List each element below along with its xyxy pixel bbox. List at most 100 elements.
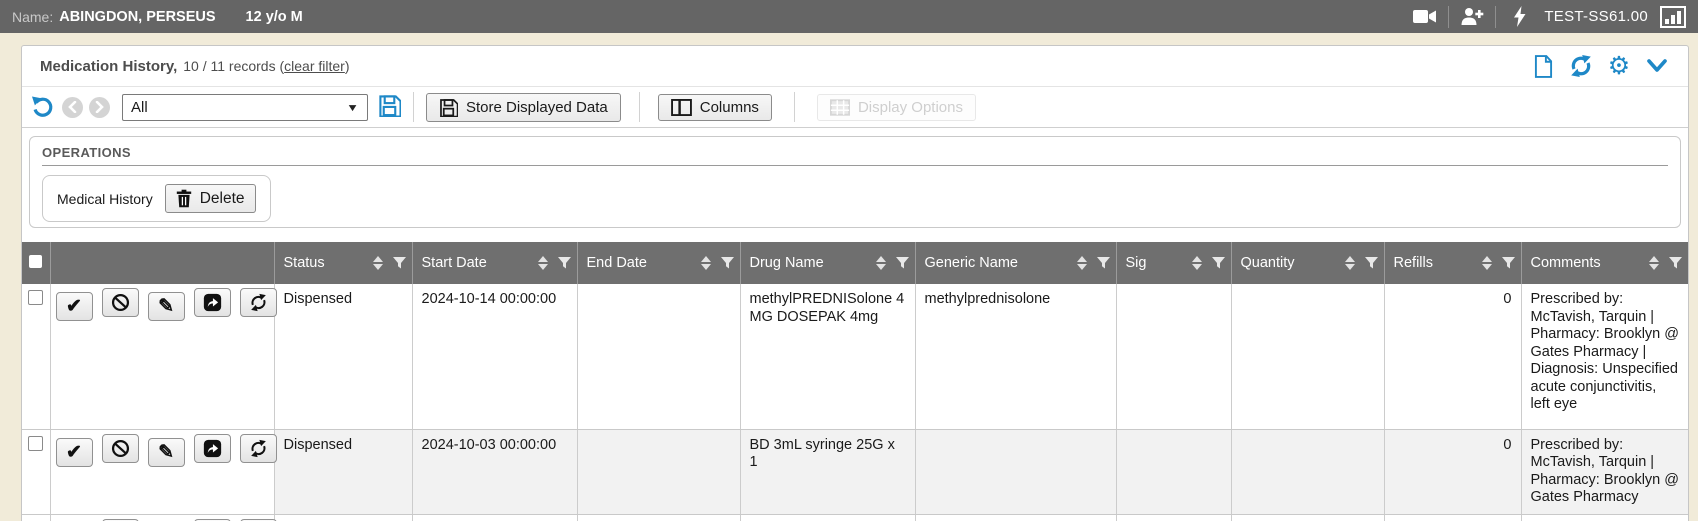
columns-button[interactable]: Columns — [658, 94, 772, 121]
cell-comments: Prescribed by: McTavish, Tarquin | Pharm… — [1521, 429, 1688, 514]
filter-funnel-icon[interactable] — [1097, 257, 1110, 269]
cell-status: Dispensed — [274, 429, 412, 514]
column-header-drug-name[interactable]: Drug Name — [740, 242, 915, 284]
sort-icon[interactable] — [1649, 256, 1659, 270]
chevron-down-icon[interactable] — [1644, 53, 1670, 79]
sync-icon — [249, 439, 268, 458]
select-chevron-icon: ▼ — [346, 101, 359, 113]
column-header-end-date[interactable]: End Date — [577, 242, 740, 284]
filter-funnel-icon[interactable] — [558, 257, 571, 269]
column-header-status[interactable]: Status — [274, 242, 412, 284]
operations-group-label: Medical History — [57, 191, 153, 207]
sort-icon[interactable] — [1192, 256, 1202, 270]
medical-history-operations-group: Medical History Delete — [42, 175, 271, 222]
trash-icon — [176, 189, 192, 208]
delete-button[interactable]: Delete — [165, 184, 256, 213]
sync-icon — [249, 293, 268, 312]
column-header-comments[interactable]: Comments — [1521, 242, 1688, 284]
filter-funnel-icon[interactable] — [1669, 257, 1682, 269]
cell-start-date: 2024-10-14 00:00:00 — [412, 284, 577, 429]
filter-select[interactable]: All ▼ — [122, 94, 368, 121]
lightning-icon[interactable] — [1504, 5, 1534, 29]
cell-quantity — [1231, 429, 1384, 514]
filter-select-value: All — [131, 99, 346, 116]
video-camera-icon[interactable] — [1410, 5, 1440, 29]
forward-icon — [203, 293, 222, 312]
legend-underline — [42, 165, 1668, 166]
cell-end-date — [577, 284, 740, 429]
cell-sig — [1116, 514, 1231, 521]
cell-drug-name — [740, 514, 915, 521]
cell-end-date — [577, 429, 740, 514]
save-filter-icon[interactable] — [378, 94, 401, 120]
medication-history-table: Status Start Date End Date Drug Name — [22, 242, 1688, 521]
clear-filter-link[interactable]: clear filter — [284, 58, 345, 74]
filter-funnel-icon[interactable] — [1365, 257, 1378, 269]
pencil-icon: ✎ — [158, 443, 174, 462]
prohibit-button[interactable] — [102, 288, 139, 317]
store-displayed-data-label: Store Displayed Data — [466, 99, 608, 116]
check-button[interactable]: ✔ — [56, 292, 93, 321]
check-button[interactable]: ✔ — [56, 438, 93, 467]
forward-button[interactable] — [194, 434, 231, 463]
sync-button[interactable] — [240, 434, 277, 463]
filter-funnel-icon[interactable] — [721, 257, 734, 269]
filter-funnel-icon[interactable] — [393, 257, 406, 269]
undo-icon[interactable] — [30, 94, 56, 120]
panel-title-row: Medication History, 10 / 11 records ( cl… — [22, 46, 1688, 87]
forward-button[interactable] — [194, 288, 231, 317]
table-header-row: Status Start Date End Date Drug Name — [22, 242, 1688, 284]
column-header-actions — [50, 242, 274, 284]
column-header-start-date[interactable]: Start Date — [412, 242, 577, 284]
divider — [1448, 6, 1449, 28]
cell-comments: Prescribed by: McTavish, Tarquin | Pharm… — [1521, 284, 1688, 429]
bar-chart-icon[interactable] — [1660, 6, 1686, 28]
edit-button[interactable]: ✎ — [148, 292, 185, 321]
edit-button[interactable]: ✎ — [148, 438, 185, 467]
forward-icon — [203, 439, 222, 458]
name-label: Name: — [12, 9, 53, 25]
cell-refills — [1384, 514, 1521, 521]
columns-icon — [671, 99, 692, 116]
store-displayed-data-button[interactable]: Store Displayed Data — [426, 93, 621, 122]
sort-icon[interactable] — [538, 256, 548, 270]
gear-icon[interactable]: ⚙ — [1606, 53, 1632, 79]
row-checkbox[interactable] — [28, 290, 43, 305]
filter-funnel-icon[interactable] — [1502, 257, 1515, 269]
cell-start-date — [412, 514, 577, 521]
cell-refills: 0 — [1384, 284, 1521, 429]
check-icon: ✔ — [66, 443, 82, 462]
person-add-icon[interactable] — [1457, 5, 1487, 29]
cell-quantity — [1231, 514, 1384, 521]
cell-status — [274, 514, 412, 521]
sort-icon[interactable] — [876, 256, 886, 270]
cell-sig — [1116, 284, 1231, 429]
sync-button[interactable] — [240, 288, 277, 317]
cell-sig — [1116, 429, 1231, 514]
prohibit-icon — [111, 293, 130, 312]
row-checkbox[interactable] — [28, 436, 43, 451]
sort-icon[interactable] — [701, 256, 711, 270]
sort-icon[interactable] — [1345, 256, 1355, 270]
divider — [794, 92, 795, 122]
filter-funnel-icon[interactable] — [1212, 257, 1225, 269]
table-row: ✔ ✎ Dispensed 2024-10-14 00:00:00 methyl… — [22, 284, 1688, 429]
select-all-checkbox[interactable] — [29, 255, 42, 268]
divider — [639, 92, 640, 122]
sort-icon[interactable] — [1482, 256, 1492, 270]
prohibit-button[interactable] — [102, 434, 139, 463]
delete-button-label: Delete — [200, 190, 245, 208]
column-header-generic-name[interactable]: Generic Name — [915, 242, 1116, 284]
sort-icon[interactable] — [373, 256, 383, 270]
sort-icon[interactable] — [1077, 256, 1087, 270]
page-title: Medication History, — [40, 58, 177, 75]
cell-end-date — [577, 514, 740, 521]
column-header-quantity[interactable]: Quantity — [1231, 242, 1384, 284]
new-document-icon[interactable] — [1530, 53, 1556, 79]
previous-page-icon[interactable] — [62, 97, 83, 118]
column-header-sig[interactable]: Sig — [1116, 242, 1231, 284]
refresh-icon[interactable] — [1568, 53, 1594, 79]
next-page-icon[interactable] — [89, 97, 110, 118]
column-header-refills[interactable]: Refills — [1384, 242, 1521, 284]
filter-funnel-icon[interactable] — [896, 257, 909, 269]
